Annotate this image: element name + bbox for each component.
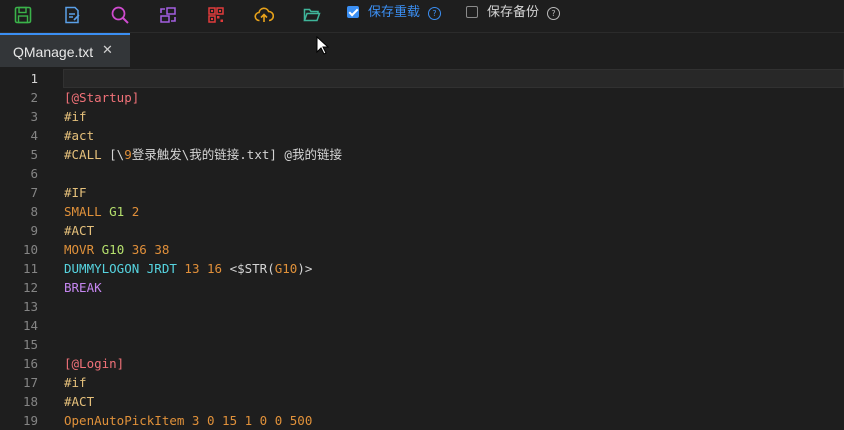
code-token: #IF — [64, 185, 87, 200]
code-editor[interactable]: 1 2 [@Startup] 3 #if 4 #act 5 #CALL [\9登录触发\我的链接… — [0, 69, 844, 428]
code-line[interactable]: 18 #ACT — [0, 392, 844, 411]
code-line[interactable]: 9 #ACT — [0, 221, 844, 240]
line-number: 10 — [22, 242, 38, 257]
code-token: BREAK — [64, 280, 102, 295]
code-line[interactable]: 13 — [0, 297, 844, 316]
line-number: 15 — [22, 337, 38, 352]
line-number: 11 — [22, 261, 38, 276]
code-line[interactable]: 16 [@Login] — [0, 354, 844, 373]
code-line[interactable]: 5 #CALL [\9登录触发\我的链接.txt] @我的链接 — [0, 145, 844, 164]
cloud-upload-icon[interactable] — [253, 4, 275, 26]
line-number: 9 — [30, 223, 38, 238]
code-token: MOVR — [64, 242, 102, 257]
code-text: #if — [64, 107, 87, 126]
code-line[interactable]: 2 [@Startup] — [0, 88, 844, 107]
code-text: #IF — [64, 183, 87, 202]
save-backup-checkbox[interactable] — [466, 6, 478, 18]
line-number: 17 — [22, 375, 38, 390]
toolbar: 保存重载 ? 保存备份 ? — [0, 0, 844, 33]
code-token: #if — [64, 375, 87, 390]
code-token: [@Startup] — [64, 90, 140, 105]
code-text: BREAK — [64, 278, 102, 297]
code-line[interactable]: 12 BREAK — [0, 278, 844, 297]
line-number: 8 — [30, 204, 38, 219]
line-number: 16 — [22, 356, 38, 371]
close-icon[interactable]: ✕ — [102, 43, 113, 58]
tab-qmanage[interactable]: QManage.txt ✕ — [0, 33, 130, 67]
code-line[interactable]: 11 DUMMYLOGON JRDT 13 16 <$STR(G10)> — [0, 259, 844, 278]
convert-icon[interactable] — [157, 4, 179, 26]
code-token: [\ — [109, 147, 125, 162]
code-token: 2 — [131, 204, 140, 219]
code-line[interactable]: 10 MOVR G10 36 38 — [0, 240, 844, 259]
line-number: 6 — [30, 166, 38, 181]
code-line[interactable]: 15 — [0, 335, 844, 354]
save-reload-label[interactable]: 保存重载 — [368, 5, 420, 21]
code-token: 登录触发\我的链接.txt] @我的链接 — [131, 147, 342, 162]
tab-bar: QManage.txt ✕ — [0, 33, 844, 67]
edit-file-icon[interactable] — [61, 4, 83, 26]
code-token: 9 — [124, 147, 132, 162]
code-text: #act — [64, 126, 94, 145]
code-token: 36 38 — [131, 242, 170, 257]
code-line[interactable]: 4 #act — [0, 126, 844, 145]
line-number: 14 — [22, 318, 38, 333]
save-reload-help-icon[interactable]: ? — [428, 7, 441, 20]
line-number: 3 — [30, 109, 38, 124]
code-token: DUMMYLOGON JRDT — [64, 261, 185, 276]
line-number: 18 — [22, 394, 38, 409]
line-number: 12 — [22, 280, 38, 295]
code-line[interactable]: 7 #IF — [0, 183, 844, 202]
line-number: 4 — [30, 128, 38, 143]
code-token: G10 — [274, 261, 298, 276]
code-text: SMALL G1 2 — [64, 202, 139, 221]
code-text: #ACT — [64, 221, 94, 240]
code-text: DUMMYLOGON JRDT 13 16 <$STR(G10)> — [64, 259, 312, 278]
code-token: #CALL — [64, 147, 110, 162]
save-backup-help-icon[interactable]: ? — [547, 7, 560, 20]
tab-label: QManage.txt — [13, 44, 94, 60]
code-text: [@Startup] — [64, 88, 139, 107]
code-token: [@Login] — [64, 356, 125, 371]
code-line[interactable]: 1 — [0, 69, 844, 88]
code-line[interactable]: 6 — [0, 164, 844, 183]
code-token: G1 — [109, 204, 132, 219]
save-icon[interactable] — [12, 4, 34, 26]
code-text: #if — [64, 373, 87, 392]
code-token: 13 16 — [184, 261, 230, 276]
code-line[interactable]: 8 SMALL G1 2 — [0, 202, 844, 221]
line-number: 7 — [30, 185, 38, 200]
code-token: <$STR( — [229, 261, 275, 276]
line-number: 5 — [30, 147, 38, 162]
line-number: 1 — [30, 71, 38, 86]
code-token: #if — [64, 109, 87, 124]
current-line-highlight — [63, 69, 844, 88]
code-token: G10 — [101, 242, 132, 257]
save-reload-checkbox[interactable] — [347, 6, 359, 18]
code-line[interactable]: 14 — [0, 316, 844, 335]
search-icon[interactable] — [109, 4, 131, 26]
code-token: )> — [297, 261, 313, 276]
folder-open-icon[interactable] — [301, 4, 323, 26]
code-text: #ACT — [64, 392, 94, 411]
save-backup-label[interactable]: 保存备份 — [487, 5, 539, 21]
code-line[interactable]: 3 #if — [0, 107, 844, 126]
mouse-cursor-icon — [316, 36, 330, 55]
code-text: [@Login] — [64, 354, 124, 373]
code-token: #act — [64, 128, 95, 143]
code-token: #ACT — [64, 394, 95, 409]
code-token: #ACT — [64, 223, 95, 238]
line-number: 2 — [30, 90, 38, 105]
code-text: MOVR G10 36 38 — [64, 240, 169, 259]
code-token: SMALL — [64, 204, 110, 219]
code-text: #CALL [\9登录触发\我的链接.txt] @我的链接 — [64, 145, 342, 164]
code-line[interactable]: 17 #if — [0, 373, 844, 392]
line-number: 13 — [22, 299, 38, 314]
qrcode-icon[interactable] — [205, 4, 227, 26]
